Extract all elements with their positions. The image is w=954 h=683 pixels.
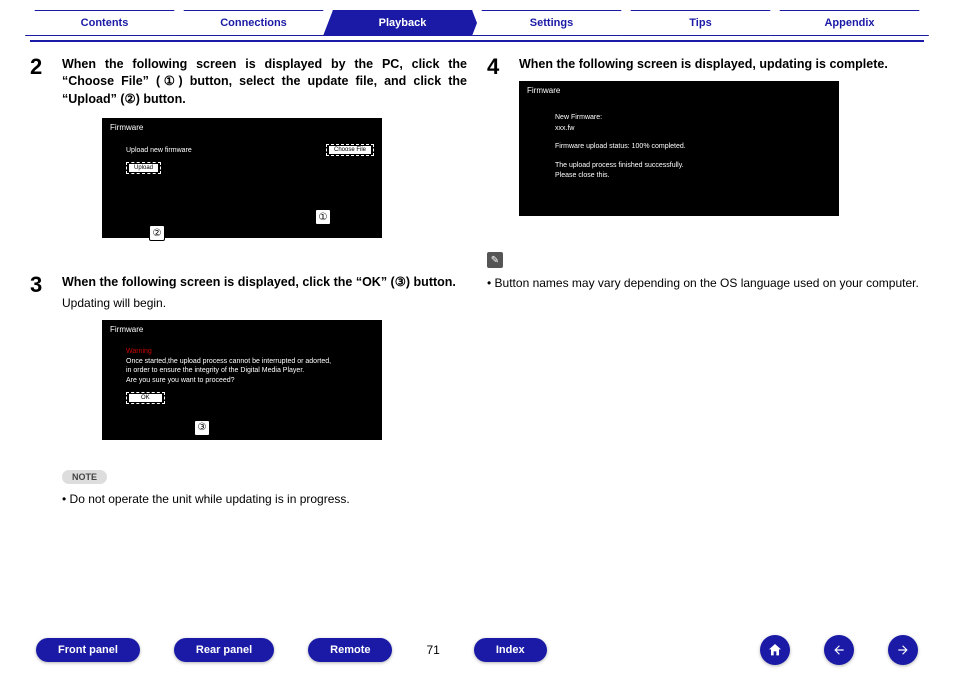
step-2-screenshot: Firmware Upload new firmware Choose File… <box>102 118 382 238</box>
choose-file-button: Choose File <box>326 144 374 156</box>
tab-playback[interactable]: Playback <box>323 10 482 36</box>
warning-line-2: in order to ensure the integrity of the … <box>126 366 374 376</box>
tab-appendix[interactable]: Appendix <box>770 10 929 36</box>
tab-underline <box>30 40 924 42</box>
tab-contents[interactable]: Contents <box>25 10 184 36</box>
note-text: • Do not operate the unit while updating… <box>62 490 467 508</box>
tab-connections[interactable]: Connections <box>174 10 333 36</box>
tip-text: • Button names may vary depending on the… <box>487 274 924 292</box>
warning-line-3: Are you sure you want to proceed? <box>126 376 374 386</box>
fw4-line1: New Firmware: <box>555 113 831 124</box>
rear-panel-button[interactable]: Rear panel <box>174 638 274 662</box>
upload-button: Upload <box>126 162 161 174</box>
fw4-line2: xxx.fw <box>555 124 831 135</box>
marker-1: ① <box>315 181 331 225</box>
warning-label: Warning <box>126 348 374 355</box>
marker-2: ② <box>149 197 165 241</box>
prev-button[interactable] <box>824 635 854 665</box>
step-3-title: When the following screen is displayed, … <box>62 274 467 292</box>
front-panel-button[interactable]: Front panel <box>36 638 140 662</box>
tab-settings[interactable]: Settings <box>472 10 631 36</box>
step-3-number: 3 <box>30 274 52 450</box>
upload-label: Upload new firmware <box>126 147 192 154</box>
step-4-title: When the following screen is displayed, … <box>519 56 924 74</box>
step-2-number: 2 <box>30 56 52 249</box>
step-2: 2 When the following screen is displayed… <box>30 56 467 249</box>
step-4-number: 4 <box>487 56 509 227</box>
step-3-screenshot: Firmware Warning Once started,the upload… <box>102 320 382 440</box>
bottom-nav: Front panel Rear panel Remote 71 Index <box>0 635 954 665</box>
step-3: 3 When the following screen is displayed… <box>30 274 467 450</box>
step-2-title: When the following screen is displayed b… <box>62 56 467 109</box>
fw-title: Firmware <box>110 123 374 132</box>
step-4-screenshot: Firmware New Firmware: xxx.fw Firmware u… <box>519 81 839 216</box>
marker-3: ③ <box>170 420 210 436</box>
step-3-subtitle: Updating will begin. <box>62 296 467 310</box>
tab-tips[interactable]: Tips <box>621 10 780 36</box>
index-button[interactable]: Index <box>474 638 547 662</box>
ok-button: OK <box>126 392 165 404</box>
fw4-line4: The upload process finished successfully… <box>555 161 831 172</box>
remote-button[interactable]: Remote <box>308 638 392 662</box>
step-4: 4 When the following screen is displayed… <box>487 56 924 227</box>
fw-title-4: Firmware <box>527 86 831 95</box>
home-button[interactable] <box>760 635 790 665</box>
fw4-line3: Firmware upload status: 100% completed. <box>555 142 831 153</box>
next-button[interactable] <box>888 635 918 665</box>
page-number: 71 <box>426 643 439 657</box>
pencil-icon: ✎ <box>487 252 503 268</box>
warning-line-1: Once started,the upload process cannot b… <box>126 357 374 367</box>
fw-title-3: Firmware <box>110 325 374 334</box>
fw4-line5: Please close this. <box>555 171 831 182</box>
top-tabs: Contents Connections Playback Settings T… <box>30 10 924 36</box>
note-badge: NOTE <box>62 470 107 484</box>
